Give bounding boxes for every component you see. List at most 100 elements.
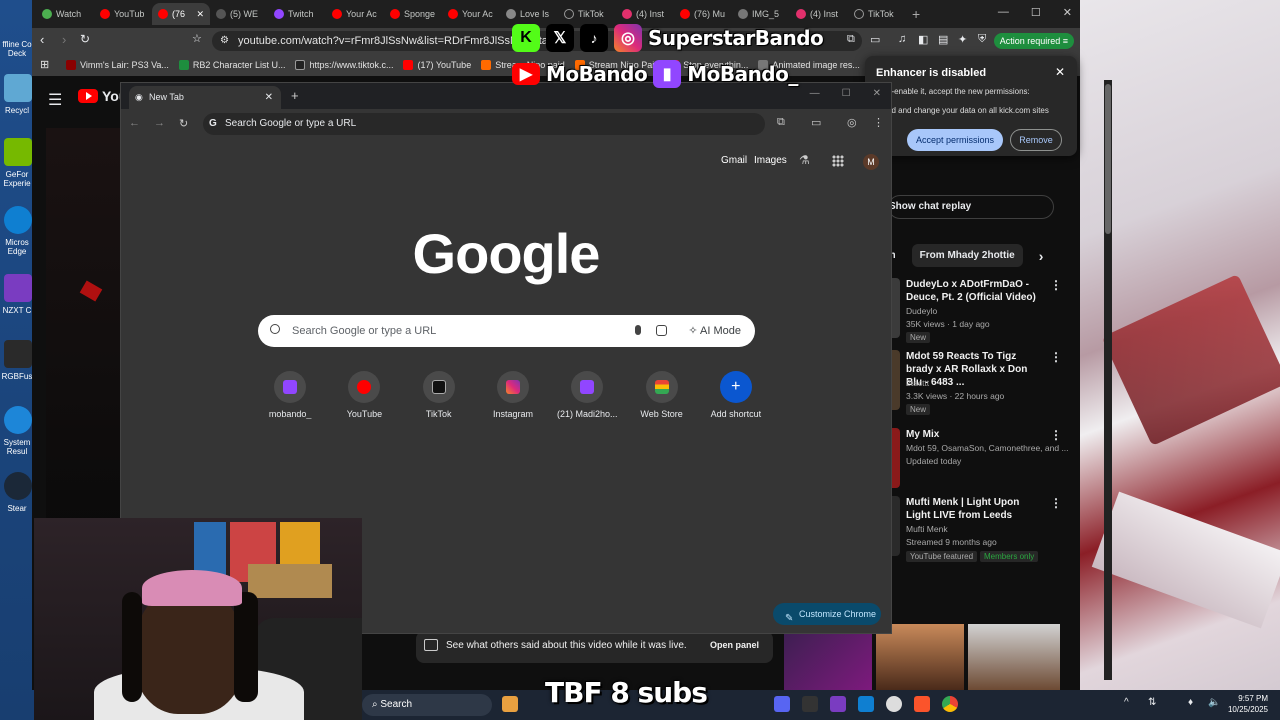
- images-link[interactable]: Images: [754, 155, 787, 166]
- action-required-button[interactable]: Action required ≡: [993, 33, 1074, 49]
- shortcut-tile[interactable]: TikTok: [402, 371, 476, 431]
- gmail-link[interactable]: Gmail: [721, 155, 747, 166]
- back-icon[interactable]: ←: [129, 117, 140, 130]
- browser-tab[interactable]: (5) WE: [210, 3, 268, 25]
- browser-tab[interactable]: (4) Inst: [790, 3, 848, 25]
- add-shortcut-tile[interactable]: + Add shortcut: [699, 371, 773, 431]
- chip-from-mhady[interactable]: From Mhady 2hottie: [911, 244, 1023, 267]
- reload-icon[interactable]: ↻: [179, 117, 188, 130]
- browser-tab[interactable]: (76) Mu: [674, 3, 732, 25]
- close-icon[interactable]: ✕: [1063, 6, 1072, 19]
- rec-title[interactable]: My Mix: [906, 428, 1046, 441]
- google-lens-icon[interactable]: [656, 325, 667, 336]
- shortcut-tile[interactable]: (21) Madi2ho...: [550, 371, 624, 431]
- rgbfusion-icon[interactable]: [4, 340, 32, 368]
- rec-channel[interactable]: Mdot 59, OsamaSon, Camonethree, and ...: [906, 443, 1069, 453]
- scrollbar[interactable]: [1104, 80, 1112, 680]
- bookmark-icon[interactable]: ☆: [192, 32, 202, 45]
- close-icon[interactable]: ✕: [265, 86, 273, 109]
- open-panel-button[interactable]: Open panel: [710, 640, 759, 650]
- steam-icon[interactable]: [4, 472, 32, 500]
- geforce-icon[interactable]: [4, 138, 32, 166]
- taskbar-clock[interactable]: 9:57 PM 10/25/2025: [1228, 693, 1268, 715]
- obs-icon[interactable]: [886, 696, 902, 712]
- browser-tab[interactable]: (4) Inst: [616, 3, 674, 25]
- reload-icon[interactable]: ↻: [80, 32, 90, 46]
- more-options-icon[interactable]: ⋮: [1050, 496, 1062, 510]
- reading-icon[interactable]: ▤: [938, 33, 948, 46]
- minimize-icon[interactable]: —: [998, 6, 1009, 19]
- recommendation-item[interactable]: Mufti Menk | Light Upon Light LIVE from …: [884, 496, 1064, 566]
- network-icon[interactable]: ⇅: [1148, 697, 1156, 708]
- microphone-icon[interactable]: [635, 325, 641, 335]
- browser-tab[interactable]: TikTok: [848, 3, 906, 25]
- customize-chrome-button[interactable]: ✎ Customize Chrome: [773, 603, 881, 625]
- sidebar-icon[interactable]: ◧: [918, 33, 928, 46]
- chevron-up-icon[interactable]: ^: [1124, 697, 1129, 708]
- rec-title[interactable]: DudeyLo x ADotFrmDaO - Deuce, Pt. 2 (Off…: [906, 278, 1046, 304]
- browser-tab[interactable]: IMG_5: [732, 3, 790, 25]
- apps-grid-icon[interactable]: ⊞: [40, 58, 49, 71]
- chevron-right-icon[interactable]: ›: [1039, 248, 1044, 264]
- tab-search-icon[interactable]: ▭: [811, 116, 821, 129]
- more-options-icon[interactable]: ⋮: [1050, 278, 1062, 292]
- browser-tab[interactable]: TikTok: [558, 3, 616, 25]
- browser-tab[interactable]: Your Ac: [442, 3, 500, 25]
- show-chat-replay-button[interactable]: Show chat replay: [888, 195, 1054, 219]
- bookmark-item[interactable]: (17) YouTube: [403, 60, 471, 70]
- desktop-icon[interactable]: [4, 4, 32, 32]
- taskbar-app-icon[interactable]: [830, 696, 846, 712]
- taskbar-search[interactable]: ⌕ Search: [362, 694, 492, 716]
- edge-icon[interactable]: [4, 206, 32, 234]
- minimize-icon[interactable]: —: [810, 88, 820, 99]
- brave-icon[interactable]: [914, 696, 930, 712]
- rec-channel[interactable]: Mufti Menk: [906, 524, 948, 534]
- shield-icon[interactable]: ⛨: [978, 33, 986, 46]
- sparkle-icon[interactable]: ✦: [958, 33, 967, 46]
- extensions-icon[interactable]: ⧉: [847, 33, 855, 46]
- bookmark-item[interactable]: Vimm's Lair: PS3 Va...: [66, 60, 169, 70]
- bookmark-item[interactable]: RB2 Character List U...: [178, 60, 285, 70]
- maximize-icon[interactable]: ☐: [842, 88, 851, 99]
- recommendation-item[interactable]: Mdot 59 Reacts To Tigz brady x AR Rollax…: [884, 350, 1064, 420]
- new-tab-button[interactable]: +: [912, 6, 920, 22]
- cast-icon[interactable]: ▭: [870, 33, 880, 46]
- menu-icon[interactable]: ☰: [48, 90, 62, 110]
- search-input[interactable]: Search Google or type a URL ✧ AI Mode: [258, 315, 755, 347]
- microphone-icon[interactable]: ♦: [1188, 697, 1193, 708]
- browser-tab[interactable]: Watch: [36, 3, 94, 25]
- more-options-icon[interactable]: ⋮: [1050, 350, 1062, 364]
- remove-button[interactable]: Remove: [1010, 129, 1062, 151]
- more-options-icon[interactable]: ⋮: [1050, 428, 1062, 442]
- volume-icon[interactable]: 🔈: [1208, 697, 1220, 708]
- system-results-icon[interactable]: [4, 406, 32, 434]
- bookmark-item[interactable]: https://www.tiktok.c...: [295, 60, 393, 70]
- close-icon[interactable]: ✕: [196, 9, 204, 20]
- shortcut-tile[interactable]: YouTube: [327, 371, 401, 431]
- back-icon[interactable]: ‹: [40, 32, 44, 47]
- discord-icon[interactable]: [774, 696, 790, 712]
- recycle-bin-icon[interactable]: [4, 74, 32, 102]
- rec-channel[interactable]: Dudeylo: [906, 306, 937, 316]
- accept-permissions-button[interactable]: Accept permissions: [907, 129, 1003, 151]
- omnibox[interactable]: G Search Google or type a URL: [203, 113, 765, 135]
- browser-tab[interactable]: Sponge: [384, 3, 442, 25]
- nzxt-icon[interactable]: [802, 696, 818, 712]
- shortcut-tile[interactable]: Web Store: [624, 371, 698, 431]
- browser-tab[interactable]: Twitch: [268, 3, 326, 25]
- browser-tab[interactable]: Love Is: [500, 3, 558, 25]
- site-info-icon[interactable]: ⚙: [220, 31, 229, 51]
- profile-icon[interactable]: ◎: [847, 116, 857, 129]
- browser-tab[interactable]: YouTub: [94, 3, 152, 25]
- rec-title[interactable]: Mufti Menk | Light Upon Light LIVE from …: [906, 496, 1046, 522]
- avatar[interactable]: M: [863, 154, 879, 170]
- video-player[interactable]: [46, 128, 126, 548]
- close-icon[interactable]: ✕: [1055, 65, 1065, 79]
- nzxt-icon[interactable]: [4, 274, 32, 302]
- scrollbar-thumb[interactable]: [1105, 84, 1111, 234]
- video-thumbnail[interactable]: [968, 624, 1060, 690]
- close-icon[interactable]: ✕: [873, 88, 881, 99]
- ai-mode-button[interactable]: ✧ AI Mode: [688, 315, 741, 347]
- recommendation-item[interactable]: DudeyLo x ADotFrmDaO - Deuce, Pt. 2 (Off…: [884, 278, 1064, 348]
- browser-tab[interactable]: Your Ac: [326, 3, 384, 25]
